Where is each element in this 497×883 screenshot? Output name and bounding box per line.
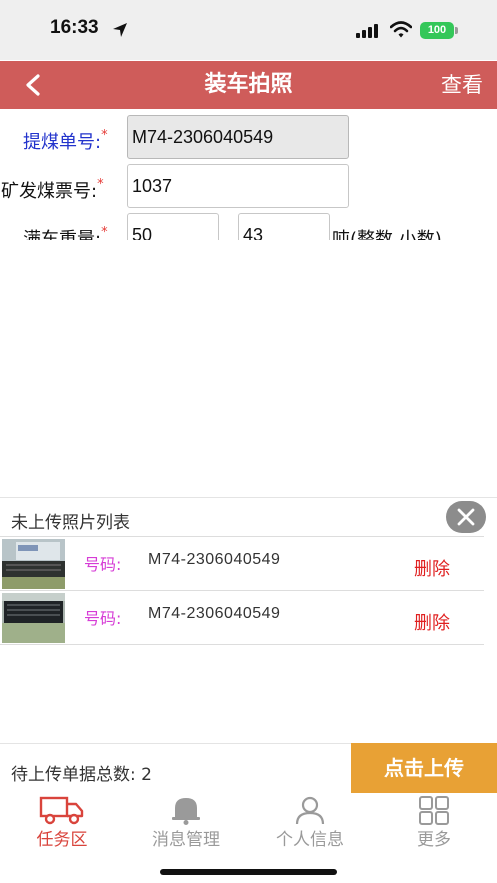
unuploaded-photo-panel: 未上传照片列表 号码: M74-2306040549 删除 号码: M74-23… [0, 497, 497, 743]
full-weight-label: 满车重量:* [23, 225, 108, 240]
close-button[interactable] [446, 501, 486, 533]
weight-decimal-field[interactable]: 43 [238, 213, 330, 240]
status-time: 16:33 [50, 17, 99, 38]
load-form: 提煤单号:* M74-2306040549 矿发煤票号:* 1037 满车重量:… [0, 109, 497, 240]
list-item: 号码: M74-2306040549 删除 [0, 591, 484, 645]
coal-order-label: 提煤单号:* [23, 128, 108, 153]
weight-unit-hint: 吨(整数.小数) [332, 229, 442, 240]
battery-icon: 100 [420, 22, 454, 39]
photo-thumbnail[interactable] [2, 593, 65, 643]
upload-button[interactable]: 点击上传 [351, 743, 497, 793]
code-value: M74-2306040549 [148, 551, 281, 568]
nav-header: 装车拍照 查看 [0, 61, 497, 109]
mine-ticket-field[interactable]: 1037 [127, 164, 349, 208]
tab-profile[interactable]: 个人信息 [248, 793, 372, 853]
truck-icon [39, 796, 84, 825]
mine-ticket-label: 矿发煤票号:* [1, 177, 104, 202]
tab-more[interactable]: 更多 [372, 793, 496, 853]
code-value: M74-2306040549 [148, 605, 281, 622]
battery-tip [455, 27, 458, 34]
status-bar: 16:33 100 [0, 0, 497, 60]
code-label: 号码: [84, 555, 122, 574]
grid-icon [419, 796, 449, 825]
delete-button[interactable]: 删除 [414, 555, 450, 581]
tab-label: 个人信息 [276, 830, 344, 850]
list-item: 号码: M74-2306040549 删除 [0, 537, 484, 591]
bottom-action-bar: 待上传单据总数: 2 点击上传 [0, 743, 497, 793]
tab-label: 消息管理 [152, 830, 220, 850]
wifi-icon [390, 21, 412, 38]
coal-order-field[interactable]: M74-2306040549 [127, 115, 349, 159]
location-arrow-icon [113, 23, 127, 37]
tab-label: 更多 [417, 830, 451, 850]
tab-label: 任务区 [36, 830, 88, 850]
home-indicator [160, 869, 337, 875]
pending-count: 待上传单据总数: 2 [11, 765, 152, 785]
list-title: 未上传照片列表 [11, 513, 130, 533]
photo-thumbnail[interactable] [2, 539, 65, 589]
person-icon [295, 796, 325, 825]
delete-button[interactable]: 删除 [414, 609, 450, 635]
tab-tasks[interactable]: 任务区 [0, 793, 124, 853]
view-button[interactable]: 查看 [441, 61, 483, 109]
page-title: 装车拍照 [204, 72, 293, 97]
blank-area [0, 240, 497, 497]
weight-integer-field[interactable]: 50 [127, 213, 219, 240]
close-icon [457, 508, 475, 526]
cellular-signal-icon [356, 24, 378, 38]
chevron-left-icon[interactable] [20, 71, 46, 99]
bell-icon [172, 798, 200, 825]
code-label: 号码: [84, 609, 122, 628]
tab-messages[interactable]: 消息管理 [124, 793, 248, 853]
page: 16:33 100 装车拍照 查看 提煤单号:* M74-2306040549 … [0, 0, 497, 883]
